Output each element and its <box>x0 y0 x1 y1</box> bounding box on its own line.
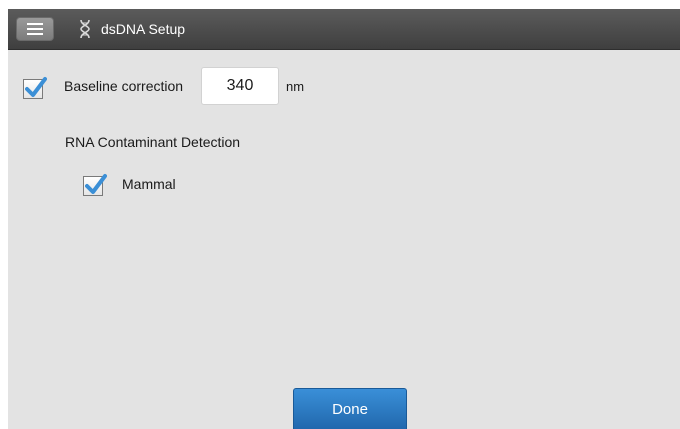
mammal-checkbox[interactable] <box>83 174 107 196</box>
mammal-label: Mammal <box>122 176 176 192</box>
hamburger-menu-icon <box>27 20 43 38</box>
baseline-wavelength-input[interactable] <box>201 67 279 105</box>
dna-helix-icon <box>80 19 90 39</box>
title-bar: dsDNA Setup <box>8 9 680 50</box>
menu-button[interactable] <box>16 17 54 41</box>
rna-contaminant-heading: RNA Contaminant Detection <box>65 134 241 150</box>
checkmark-icon <box>25 77 47 97</box>
page-title: dsDNA Setup <box>101 21 186 37</box>
baseline-correction-checkbox[interactable] <box>23 77 47 99</box>
unit-label: nm <box>286 79 305 94</box>
baseline-correction-label: Baseline correction <box>64 78 184 94</box>
done-button[interactable]: Done <box>293 388 407 429</box>
checkmark-icon <box>85 174 107 194</box>
app-window: dsDNA Setup Baseline correction nm RNA C… <box>8 9 680 429</box>
